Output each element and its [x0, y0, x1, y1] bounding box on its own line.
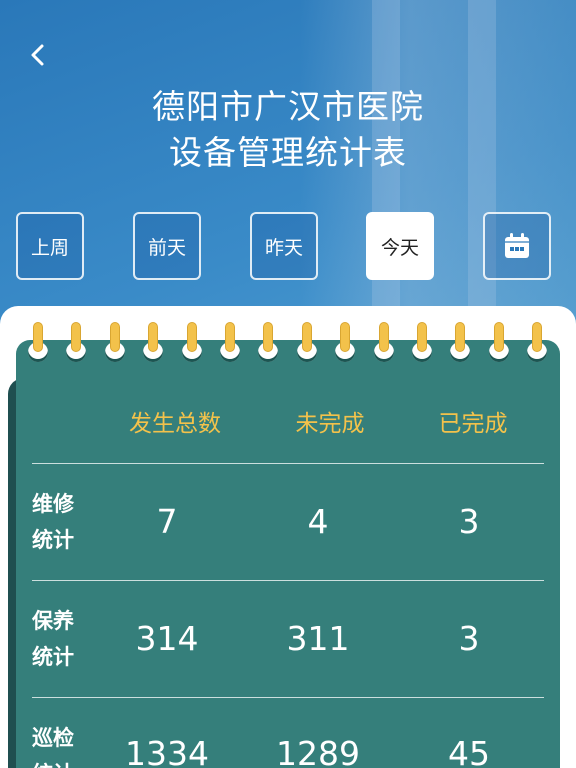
row-label-maintenance: 保养 统计 — [32, 603, 92, 675]
row-label-line: 统计 — [32, 756, 92, 768]
column-header-total: 发生总数 — [129, 411, 221, 437]
binder-ring — [71, 322, 82, 352]
inspection-complete-value: 45 — [448, 734, 490, 768]
screen: 德阳市广汉市医院 设备管理统计表 上周 前天 昨天 今天 发生总数 未完成 已完… — [0, 0, 576, 768]
chevron-left-icon — [31, 44, 44, 66]
title-line-2: 设备管理统计表 — [169, 133, 407, 172]
filter-day-before-yesterday-button[interactable]: 前天 — [133, 212, 201, 280]
maintenance-complete-value: 3 — [458, 619, 480, 658]
row-label-line: 维修 — [32, 492, 74, 516]
row-label-line: 巡检 — [32, 726, 74, 750]
title-line-1: 德阳市广汉市医院 — [152, 87, 424, 126]
divider — [32, 463, 544, 464]
binder-ring — [301, 322, 312, 352]
binder-ring — [493, 322, 504, 352]
calendar-icon — [505, 233, 529, 258]
binder-ring — [148, 322, 159, 352]
binder-ring — [225, 322, 235, 352]
divider — [32, 580, 544, 581]
row-label-repair: 维修 统计 — [32, 486, 92, 558]
inspection-total-value: 1334 — [125, 734, 209, 768]
filter-last-week-button[interactable]: 上周 — [16, 212, 84, 280]
binder-ring — [263, 322, 274, 352]
column-header-incomplete: 未完成 — [295, 411, 365, 437]
binder-ring — [532, 322, 543, 352]
inspection-incomplete-value: 1289 — [276, 734, 360, 768]
repair-incomplete-value: 4 — [307, 502, 329, 541]
row-label-line: 统计 — [32, 645, 74, 669]
maintenance-total-value: 314 — [135, 619, 199, 658]
binder-ring — [417, 322, 427, 352]
row-label-line: 统计 — [32, 528, 74, 552]
binder-ring — [378, 322, 389, 352]
filter-yesterday-button[interactable]: 昨天 — [250, 212, 318, 280]
row-label-inspection: 巡检 统计 — [32, 720, 92, 768]
row-label-line: 保养 — [32, 609, 74, 633]
maintenance-incomplete-value: 311 — [286, 619, 350, 658]
divider — [32, 697, 544, 698]
binder-ring — [186, 322, 197, 352]
binder-ring — [109, 322, 120, 352]
binder-ring — [340, 322, 351, 352]
binder-ring — [33, 322, 43, 352]
page-title: 德阳市广汉市医院 设备管理统计表 — [0, 84, 576, 176]
back-button[interactable] — [24, 38, 54, 72]
column-header-complete: 已完成 — [438, 411, 508, 437]
repair-complete-value: 3 — [458, 502, 480, 541]
binder-ring — [455, 322, 466, 352]
repair-total-value: 7 — [156, 502, 178, 541]
filter-today-button[interactable]: 今天 — [366, 212, 434, 280]
calendar-button[interactable] — [483, 212, 551, 280]
